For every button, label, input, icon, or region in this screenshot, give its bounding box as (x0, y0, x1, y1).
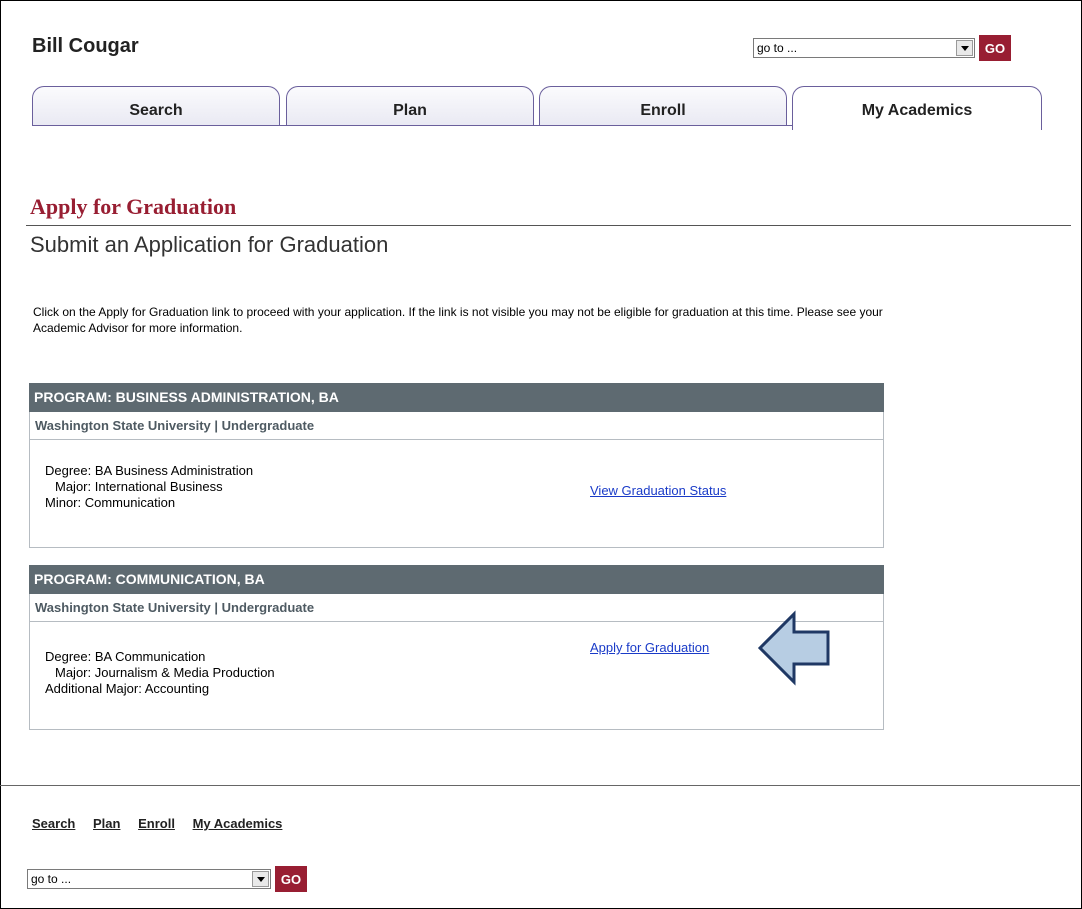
arrow-shape (757, 610, 830, 686)
user-name: Bill Cougar (32, 35, 139, 57)
tab-label: My Academics (861, 102, 973, 119)
chevron-down-icon[interactable] (252, 871, 269, 887)
program-details: Degree: BA Communication Major: Journali… (29, 622, 884, 730)
program-header: PROGRAM: COMMUNICATION, BA (29, 565, 884, 594)
goto-top: go to ... GO (753, 35, 1011, 61)
go-button[interactable]: GO (979, 35, 1011, 61)
tab-search[interactable]: Search (32, 86, 280, 126)
footer-link-search[interactable]: Search (32, 816, 75, 831)
footer-divider (0, 785, 1080, 786)
degree-text: Degree: BA Communication (45, 649, 206, 664)
page-title: Apply for Graduation (30, 194, 237, 219)
goto-selected-value: go to ... (757, 41, 798, 55)
footer-link-plan[interactable]: Plan (93, 816, 120, 831)
major-text: Major: International Business (55, 479, 223, 494)
goto-select[interactable]: go to ... (27, 869, 271, 889)
tab-label: Enroll (640, 102, 686, 119)
apply-for-graduation-link[interactable]: Apply for Graduation (590, 640, 709, 655)
tab-plan[interactable]: Plan (286, 86, 534, 126)
goto-bottom: go to ... GO (27, 866, 307, 892)
goto-selected-value: go to ... (31, 872, 72, 886)
chevron-down-icon[interactable] (956, 40, 973, 56)
program-header: PROGRAM: BUSINESS ADMINISTRATION, BA (29, 383, 884, 412)
tab-enroll[interactable]: Enroll (539, 86, 787, 126)
tab-my-academics[interactable]: My Academics (792, 86, 1042, 130)
view-graduation-status-link[interactable]: View Graduation Status (590, 483, 726, 498)
major-text: Major: Journalism & Media Production (55, 665, 275, 680)
degree-text: Degree: BA Business Administration (45, 463, 254, 478)
program-institution: Washington State University | Undergradu… (29, 412, 884, 440)
goto-select[interactable]: go to ... (753, 38, 975, 58)
tab-label: Plan (393, 102, 427, 119)
program-communication: PROGRAM: COMMUNICATION, BA Washington St… (29, 565, 884, 730)
tab-baseline (32, 125, 792, 126)
minor-text: Minor: Communication (45, 495, 176, 510)
program-details: Degree: BA Business Administration Major… (29, 440, 884, 548)
program-business-administration: PROGRAM: BUSINESS ADMINISTRATION, BA Was… (29, 383, 884, 548)
divider (26, 225, 1071, 226)
footer-nav: Search Plan Enroll My Academics (32, 816, 296, 831)
program-institution: Washington State University | Undergradu… (29, 594, 884, 622)
tab-label: Search (129, 102, 183, 119)
footer-link-my-academics[interactable]: My Academics (193, 816, 283, 831)
go-button[interactable]: GO (275, 866, 307, 892)
page-subtitle: Submit an Application for Graduation (30, 232, 389, 257)
footer-link-enroll[interactable]: Enroll (138, 816, 175, 831)
left-arrow-icon (757, 610, 830, 686)
additional-major-text: Additional Major: Accounting (45, 681, 210, 696)
instructions-text: Click on the Apply for Graduation link t… (33, 305, 883, 335)
